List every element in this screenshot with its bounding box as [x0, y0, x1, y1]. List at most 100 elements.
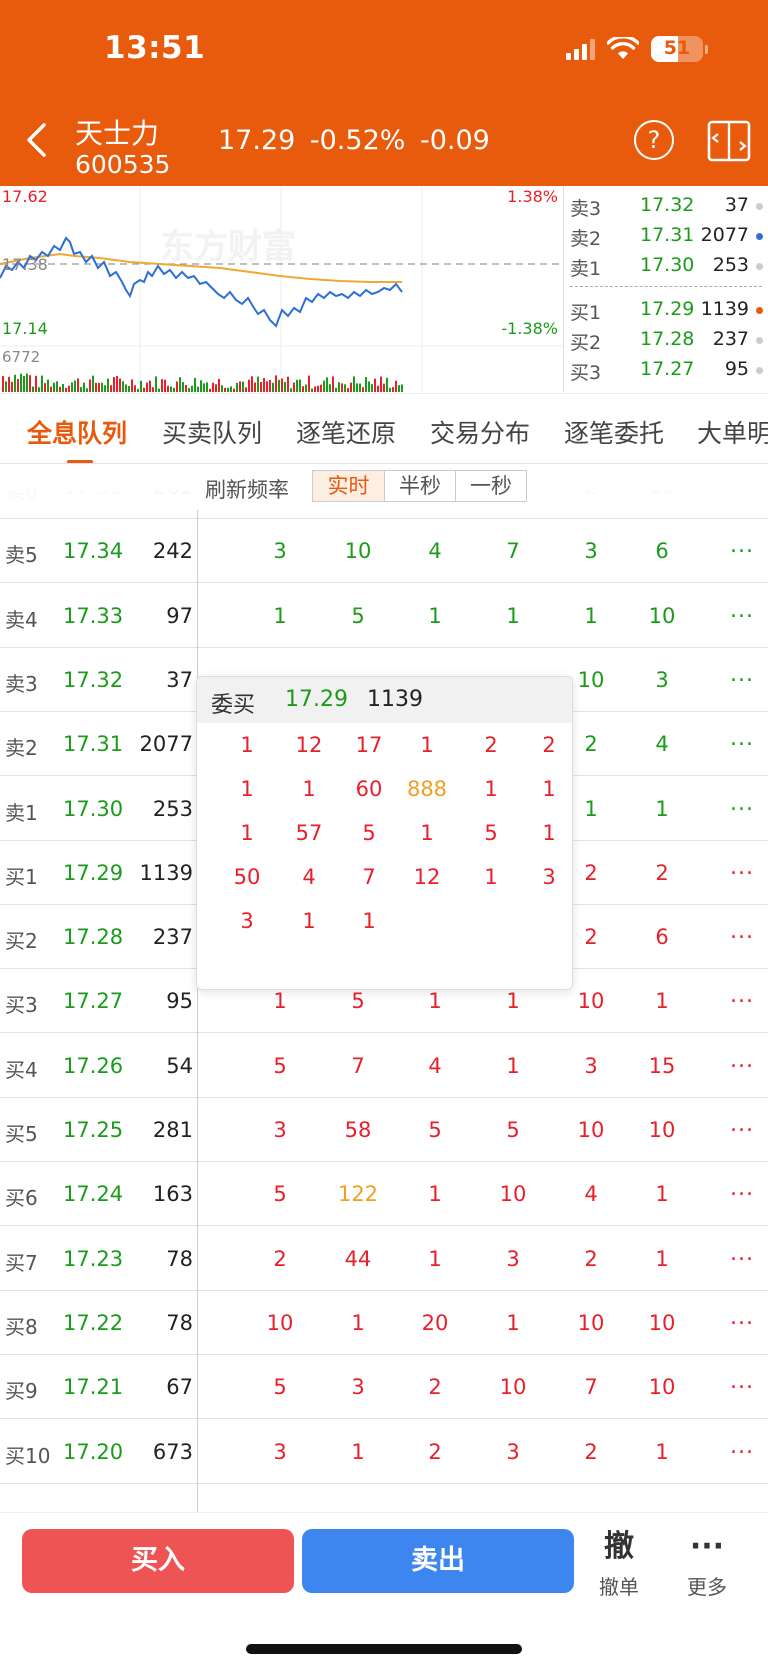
row-more-icon[interactable]: ...: [730, 983, 754, 1008]
volume-bar: [344, 384, 346, 392]
volume-bar: [284, 381, 286, 392]
queue-cell: 10: [266, 1310, 294, 1335]
tab-tick-restore[interactable]: 逐笔还原: [296, 414, 396, 450]
row-more-icon[interactable]: ...: [730, 855, 754, 880]
queue-row[interactable]: 买10 17.20 673 3 1 2 3 2 1...: [0, 1420, 768, 1484]
volume-bar: [200, 380, 202, 392]
cancel-order-button[interactable]: 撤 撤单: [587, 1527, 651, 1600]
queue-row[interactable]: 买5 17.25 281 3 58 5 5 10 10...: [0, 1098, 768, 1162]
row-more-icon[interactable]: ...: [730, 662, 754, 687]
bid-qty: 1139: [700, 298, 749, 320]
tab-tick-orders[interactable]: 逐笔委托: [564, 414, 664, 450]
queue-cell: 3: [655, 667, 669, 692]
queue-price: 17.23: [63, 1246, 124, 1271]
row-more-icon[interactable]: ...: [730, 1434, 754, 1459]
queue-cell: 5: [273, 1375, 287, 1400]
row-more-icon[interactable]: ...: [730, 1305, 754, 1330]
row-more-icon[interactable]: ...: [730, 1369, 754, 1394]
intraday-chart[interactable]: 东方财富 17.62 17.38 17.14 1.38% -1.38% 6772: [0, 186, 563, 392]
volume-bar: [152, 387, 154, 392]
queue-volume: 37: [166, 667, 193, 692]
ask-price: 17.31: [640, 224, 695, 246]
row-more-icon[interactable]: ...: [730, 1241, 754, 1266]
volume-bar: [26, 373, 28, 392]
queue-cell: 10: [499, 1375, 527, 1400]
queue-level: 买5: [5, 1122, 38, 1146]
volume-bar: [242, 381, 244, 392]
switch-layout-icon[interactable]: [707, 120, 751, 162]
volume-bar: [287, 376, 289, 392]
volume-bar: [68, 385, 70, 392]
queue-row[interactable]: 卖5 17.34 242 3 10 4 7 3 6...: [0, 519, 768, 584]
popup-price: 17.29: [285, 687, 348, 712]
popup-cell: 1: [240, 777, 254, 801]
popup-cell: 50: [233, 865, 261, 889]
row-more-icon[interactable]: ...: [730, 1048, 754, 1073]
queue-row[interactable]: 买8 17.22 78 10 1 20 1 10 10...: [0, 1291, 768, 1355]
queue-level: 买2: [5, 929, 38, 954]
volume-bar: [224, 387, 226, 392]
popup-cell: 1: [420, 821, 434, 845]
row-more-icon[interactable]: ...: [730, 1176, 754, 1201]
popup-qty: 1139: [367, 687, 423, 712]
popup-cell: 2: [542, 733, 556, 757]
row-more-icon[interactable]: ...: [730, 726, 754, 751]
queue-cell: 10: [577, 1310, 605, 1335]
volume-bar: [245, 387, 247, 392]
row-more-icon[interactable]: ...: [730, 1112, 754, 1137]
tab-trade-distribution[interactable]: 交易分布: [430, 414, 530, 450]
queue-row[interactable]: 买6 17.24 163 5 122 1 10 4 1...: [0, 1162, 768, 1227]
buy-button[interactable]: 买入: [22, 1529, 294, 1593]
queue-level: 卖4: [5, 607, 38, 632]
tab-big-orders[interactable]: 大单明: [697, 414, 768, 450]
order-book: 卖3 17.32 37 卖2 17.31 2077 卖1 17.30 253 买…: [563, 186, 768, 392]
volume-bar: [374, 378, 376, 392]
queue-cell: 1: [273, 989, 287, 1014]
volume-bar: [356, 383, 358, 392]
queue-cell: 3: [273, 1439, 287, 1464]
status-time: 13:51: [104, 30, 206, 66]
queue-price: 17.21: [63, 1375, 124, 1400]
volume-bar: [326, 377, 328, 392]
row-more-icon[interactable]: ...: [730, 791, 754, 816]
queue-cell: 1: [506, 1310, 520, 1335]
queue-price: 17.20: [63, 1439, 124, 1464]
volume-bar: [218, 378, 220, 392]
queue-row[interactable]: 卖4 17.33 97 1 5 1 1 1 10...: [0, 584, 768, 648]
volume-bar: [329, 384, 331, 392]
sell-button[interactable]: 卖出: [302, 1529, 574, 1593]
volume-bar: [131, 379, 133, 392]
back-arrow-icon[interactable]: [22, 122, 52, 158]
queue-volume: 67: [166, 1375, 193, 1400]
queue-cell: 1: [655, 1439, 669, 1464]
chart-high-label: 17.62: [2, 187, 48, 206]
volume-bar: [314, 386, 316, 392]
row-more-icon[interactable]: ...: [730, 919, 754, 944]
row-more-icon[interactable]: ...: [730, 533, 754, 558]
volume-bar: [275, 375, 277, 392]
refresh-realtime[interactable]: 实时: [313, 471, 384, 501]
popup-cell: 3: [240, 909, 254, 933]
popup-cell: 1: [240, 733, 254, 757]
refresh-half-second[interactable]: 半秒: [384, 471, 455, 501]
row-more-icon[interactable]: ...: [730, 598, 754, 623]
refresh-one-second[interactable]: 一秒: [455, 471, 526, 501]
queue-cell: 10: [577, 1118, 605, 1142]
tab-full-queue[interactable]: 全息队列: [27, 414, 127, 450]
dot-icon: [756, 263, 763, 270]
queue-volume: 54: [166, 1053, 193, 1078]
queue-row[interactable]: 买9 17.21 67 5 3 2 10 7 10...: [0, 1355, 768, 1420]
volume-bar: [65, 387, 67, 392]
tab-buy-sell-queue[interactable]: 买卖队列: [162, 414, 262, 450]
queue-row[interactable]: 买7 17.23 78 2 44 1 3 2 1...: [0, 1227, 768, 1291]
queue-price: 17.25: [63, 1118, 124, 1142]
more-button[interactable]: ··· 更多: [675, 1527, 739, 1600]
queue-cell: 3: [506, 1439, 520, 1464]
volume-bar: [299, 379, 301, 392]
volume-bar: [35, 375, 37, 392]
queue-cell: 1: [506, 1053, 520, 1078]
queue-row[interactable]: 买4 17.26 54 5 7 4 1 3 15...: [0, 1034, 768, 1098]
queue-cell: 4: [584, 1182, 598, 1207]
volume-bar: [221, 385, 223, 392]
help-button[interactable]: ?: [634, 120, 674, 160]
